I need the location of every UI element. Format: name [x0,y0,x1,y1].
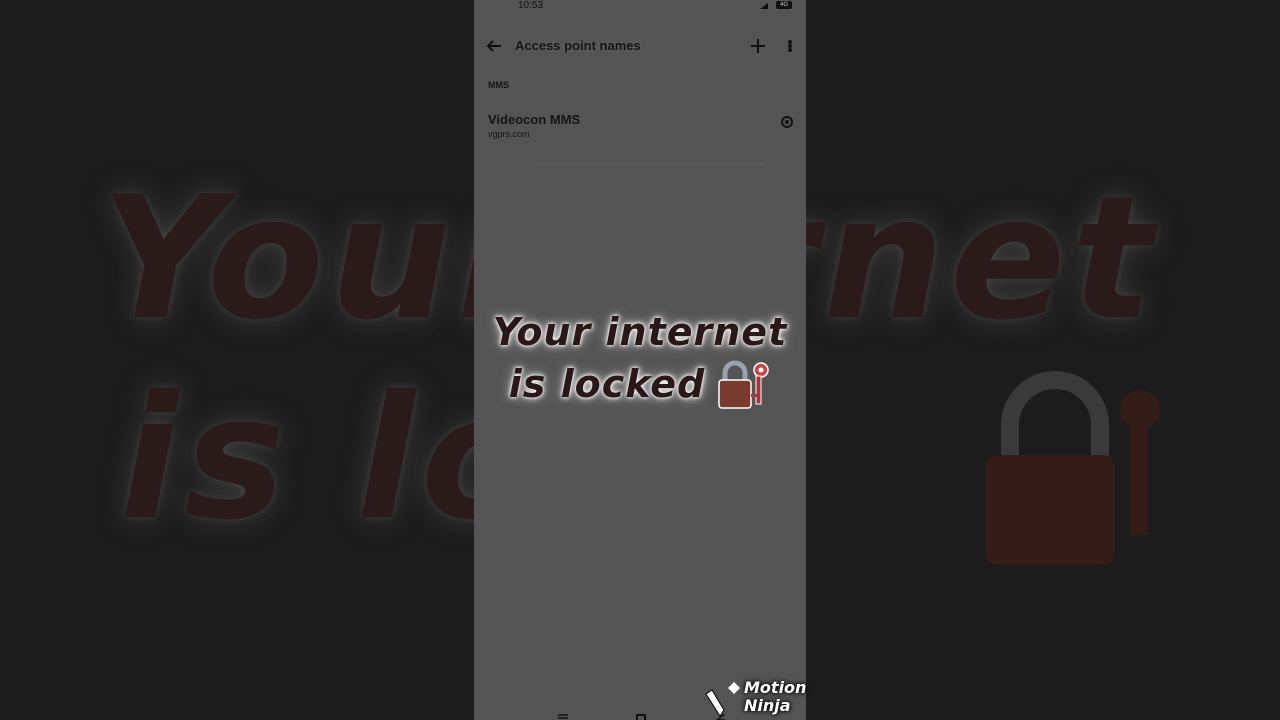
status-time: 10:53 [518,0,544,11]
apn-address: vgprs.com [488,129,530,139]
lock-with-key-icon [718,360,769,409]
recent-apps-icon[interactable] [558,714,568,720]
app-bar: Access point names [474,32,806,60]
motion-ninja-watermark: Motion Ninja [704,676,808,720]
section-header-mms: MMS [488,80,509,90]
overlay-line2: is locked [508,362,706,406]
watermark-line2: Ninja [744,696,791,715]
phone-screen: 10:53 4G Access point names MMS Videocon… [474,0,806,720]
apn-radio-button[interactable] [781,116,793,128]
overlay-line2-row: is locked [474,358,806,410]
arrow-left-icon[interactable] [484,36,504,56]
page-title: Access point names [515,38,641,53]
watermark-line1: Motion [744,678,807,697]
apn-name: Videocon MMS [488,112,581,127]
status-bar: 10:53 4G [474,0,806,14]
overlay-caption: Your internet is locked [474,306,806,410]
motion-ninja-logo-icon [705,682,740,717]
apn-list-item[interactable]: Videocon MMS vgprs.com [474,106,806,146]
home-icon[interactable] [636,714,646,720]
overlay-line1: Your internet [492,310,788,354]
battery-icon: 4G [776,1,792,9]
more-vert-icon[interactable] [782,36,798,56]
background-lock-icon [985,371,1160,565]
plus-icon[interactable] [748,36,768,56]
divider [534,164,766,165]
signal-icon [760,3,768,9]
